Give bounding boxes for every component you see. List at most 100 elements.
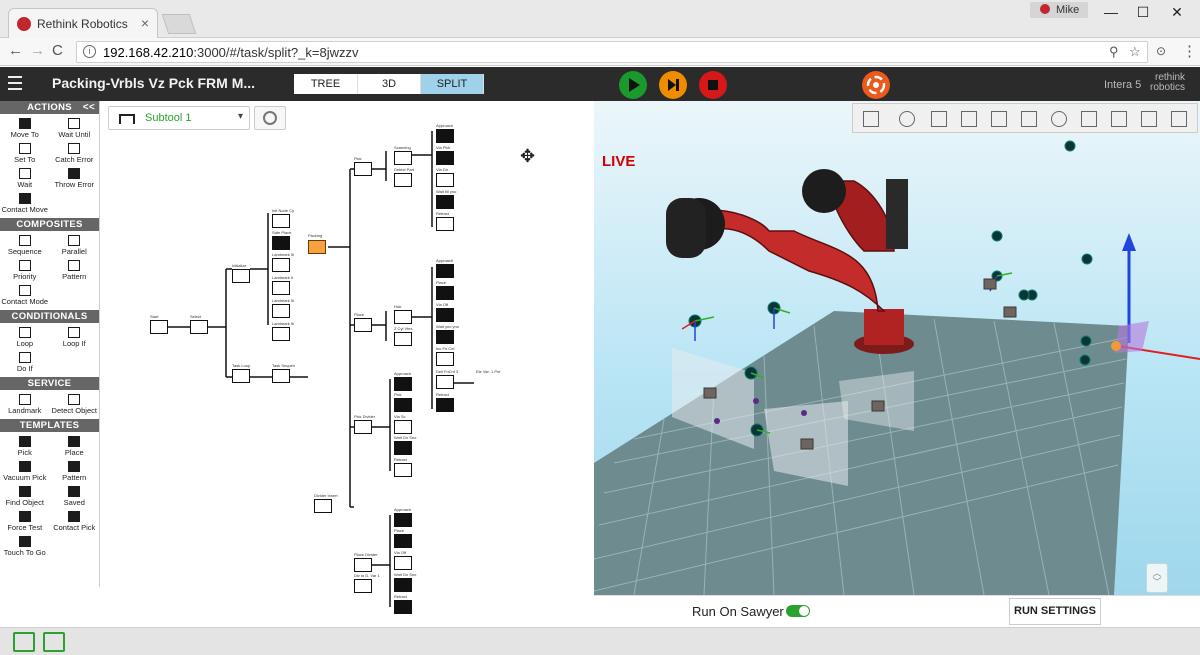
tree-node-pick3[interactable] [394, 398, 412, 412]
chevron-down-icon[interactable]: ﹀ [1152, 577, 1161, 587]
tree-node-via-pick[interactable] [436, 151, 454, 165]
tree-node-task-loop[interactable] [232, 369, 250, 383]
tree-node-via-sc[interactable] [394, 420, 412, 434]
stop-task-button[interactable] [699, 71, 727, 99]
palette-item-vacuum-pick[interactable]: Vacuum Pick [0, 459, 50, 484]
tree-node-via-dn[interactable] [436, 173, 454, 187]
zoom-scroll-control[interactable]: ︿ ﹀ [1146, 563, 1168, 593]
tree-node-place2[interactable] [436, 286, 454, 300]
palette-item-find-object[interactable]: Find Object [0, 484, 50, 509]
palette-item-loop-if[interactable]: Loop If [50, 325, 100, 350]
run-task-button[interactable] [619, 71, 647, 99]
user-profile-badge[interactable]: Mike [1030, 2, 1088, 18]
tree-node-init-node[interactable] [272, 214, 290, 228]
tree-node-approach3[interactable] [394, 377, 412, 391]
tree-node-initialize[interactable] [232, 269, 250, 283]
tab-3d[interactable]: 3D [358, 74, 421, 94]
bookmark-star-icon[interactable]: ☆ [1129, 44, 1141, 60]
tree-node-place[interactable] [354, 318, 372, 332]
tree-node-landmark-6[interactable] [272, 281, 290, 295]
tree-node-wait-till[interactable] [436, 195, 454, 209]
tree-node-approach1[interactable] [436, 129, 454, 143]
tree-node-approach5[interactable] [394, 513, 412, 527]
palette-item-pick[interactable]: Pick [0, 434, 50, 459]
tree-node-place5[interactable] [394, 534, 412, 548]
3d-scene-view[interactable]: LIVE ︿ ﹀ [594, 101, 1200, 595]
run-on-sawyer-toggle[interactable] [786, 605, 810, 617]
forward-button[interactable]: → [30, 42, 45, 59]
palette-item-force-test[interactable]: Force Test [0, 509, 50, 534]
tree-node-pick[interactable] [354, 162, 372, 176]
tree-node-landmark-5c[interactable] [272, 327, 290, 341]
palette-item-parallel[interactable]: Parallel [50, 233, 100, 258]
run-settings-button[interactable]: RUN SETTINGS [1009, 598, 1101, 625]
browser-tab[interactable]: Rethink Robotics × [8, 8, 158, 38]
collapse-palette-button[interactable]: << [83, 101, 95, 114]
palette-item-loop[interactable]: Loop [0, 325, 50, 350]
extension-icon[interactable]: ⊙ [1156, 44, 1166, 58]
tree-node-retract5[interactable] [394, 600, 412, 614]
palette-item-wait[interactable]: Wait [0, 166, 50, 191]
palette-item-pattern-template[interactable]: Pattern [50, 459, 100, 484]
tree-node-hub[interactable] [394, 310, 412, 324]
tree-node-retract-place[interactable] [436, 398, 454, 412]
step-task-button[interactable] [659, 71, 687, 99]
tab-close-icon[interactable]: × [141, 15, 149, 31]
palette-item-detect-object[interactable]: Detect Object [50, 392, 100, 417]
reload-button[interactable]: C [52, 42, 63, 59]
palette-item-set-to[interactable]: Set To [0, 141, 50, 166]
palette-item-catch-error[interactable]: Catch Error [50, 141, 100, 166]
tree-node-via-off[interactable] [436, 308, 454, 322]
tree-node-retract4[interactable] [394, 463, 412, 477]
tab-split[interactable]: SPLIT [421, 74, 484, 94]
palette-item-throw-error[interactable]: Throw Error [50, 166, 100, 191]
palette-item-contact-pick[interactable]: Contact Pick [50, 509, 100, 534]
tree-node-div-var[interactable] [354, 579, 372, 593]
palette-item-contact-mode[interactable]: Contact Mode [0, 283, 50, 308]
tree-node-start[interactable] [150, 320, 168, 334]
tree-node-approach2[interactable] [436, 264, 454, 278]
palette-item-saved[interactable]: Saved [50, 484, 100, 509]
tree-node-scanning[interactable] [394, 151, 412, 165]
minimize-window-button[interactable]: — [1096, 4, 1126, 20]
behavior-tree-canvas[interactable]: Subtool 1 ▾ ✥ Start Select Initialize Ta… [100, 101, 594, 627]
tree-node-inc-fn[interactable] [436, 352, 454, 366]
back-button[interactable]: ← [8, 42, 23, 59]
robot-status-icon[interactable] [862, 71, 890, 99]
palette-item-priority[interactable]: Priority [0, 258, 50, 283]
palette-item-sequence[interactable]: Sequence [0, 233, 50, 258]
tree-node-place-divider[interactable] [354, 558, 372, 572]
palette-item-touch-to-go[interactable]: Touch To Go [0, 534, 50, 559]
palette-item-wait-until[interactable]: Wait Until [50, 116, 100, 141]
tree-node-dell-fn[interactable] [436, 375, 454, 389]
single-view-icon[interactable] [13, 632, 35, 652]
palette-item-pattern[interactable]: Pattern [50, 258, 100, 283]
tree-node-divider-insert[interactable] [314, 499, 332, 513]
palette-item-place[interactable]: Place [50, 434, 100, 459]
tree-node-packing[interactable] [308, 240, 326, 254]
site-info-icon[interactable]: i [83, 45, 96, 58]
tree-node-select[interactable] [190, 320, 208, 334]
tree-node-wait-yno[interactable] [436, 330, 454, 344]
tree-node-detect-part[interactable] [394, 173, 412, 187]
palette-item-move-to[interactable]: Move To [0, 116, 50, 141]
split-view-icon[interactable] [43, 632, 65, 652]
tree-node-wait-dn5[interactable] [394, 578, 412, 592]
close-window-button[interactable]: ✕ [1162, 4, 1192, 21]
palette-item-contact-move[interactable]: Contact Move [0, 191, 50, 216]
tree-node-cycle-vertex[interactable] [394, 332, 412, 346]
search-icon[interactable]: ⚲ [1109, 44, 1119, 60]
tree-node-via-off5[interactable] [394, 556, 412, 570]
new-tab-button[interactable] [161, 14, 197, 34]
tree-node-landmark-5b[interactable] [272, 304, 290, 318]
tree-node-landmark-5[interactable] [272, 258, 290, 272]
palette-item-do-if[interactable]: Do If [0, 350, 50, 375]
browser-menu-icon[interactable]: ⋮ [1182, 42, 1197, 60]
tree-node-safe-place[interactable] [272, 236, 290, 250]
tree-node-pick-divider[interactable] [354, 420, 372, 434]
maximize-window-button[interactable]: ☐ [1128, 4, 1158, 21]
palette-item-landmark[interactable]: Landmark [0, 392, 50, 417]
hamburger-menu-icon[interactable] [8, 76, 22, 90]
tree-node-task-sequence[interactable] [272, 369, 290, 383]
tree-node-retract1[interactable] [436, 217, 454, 231]
